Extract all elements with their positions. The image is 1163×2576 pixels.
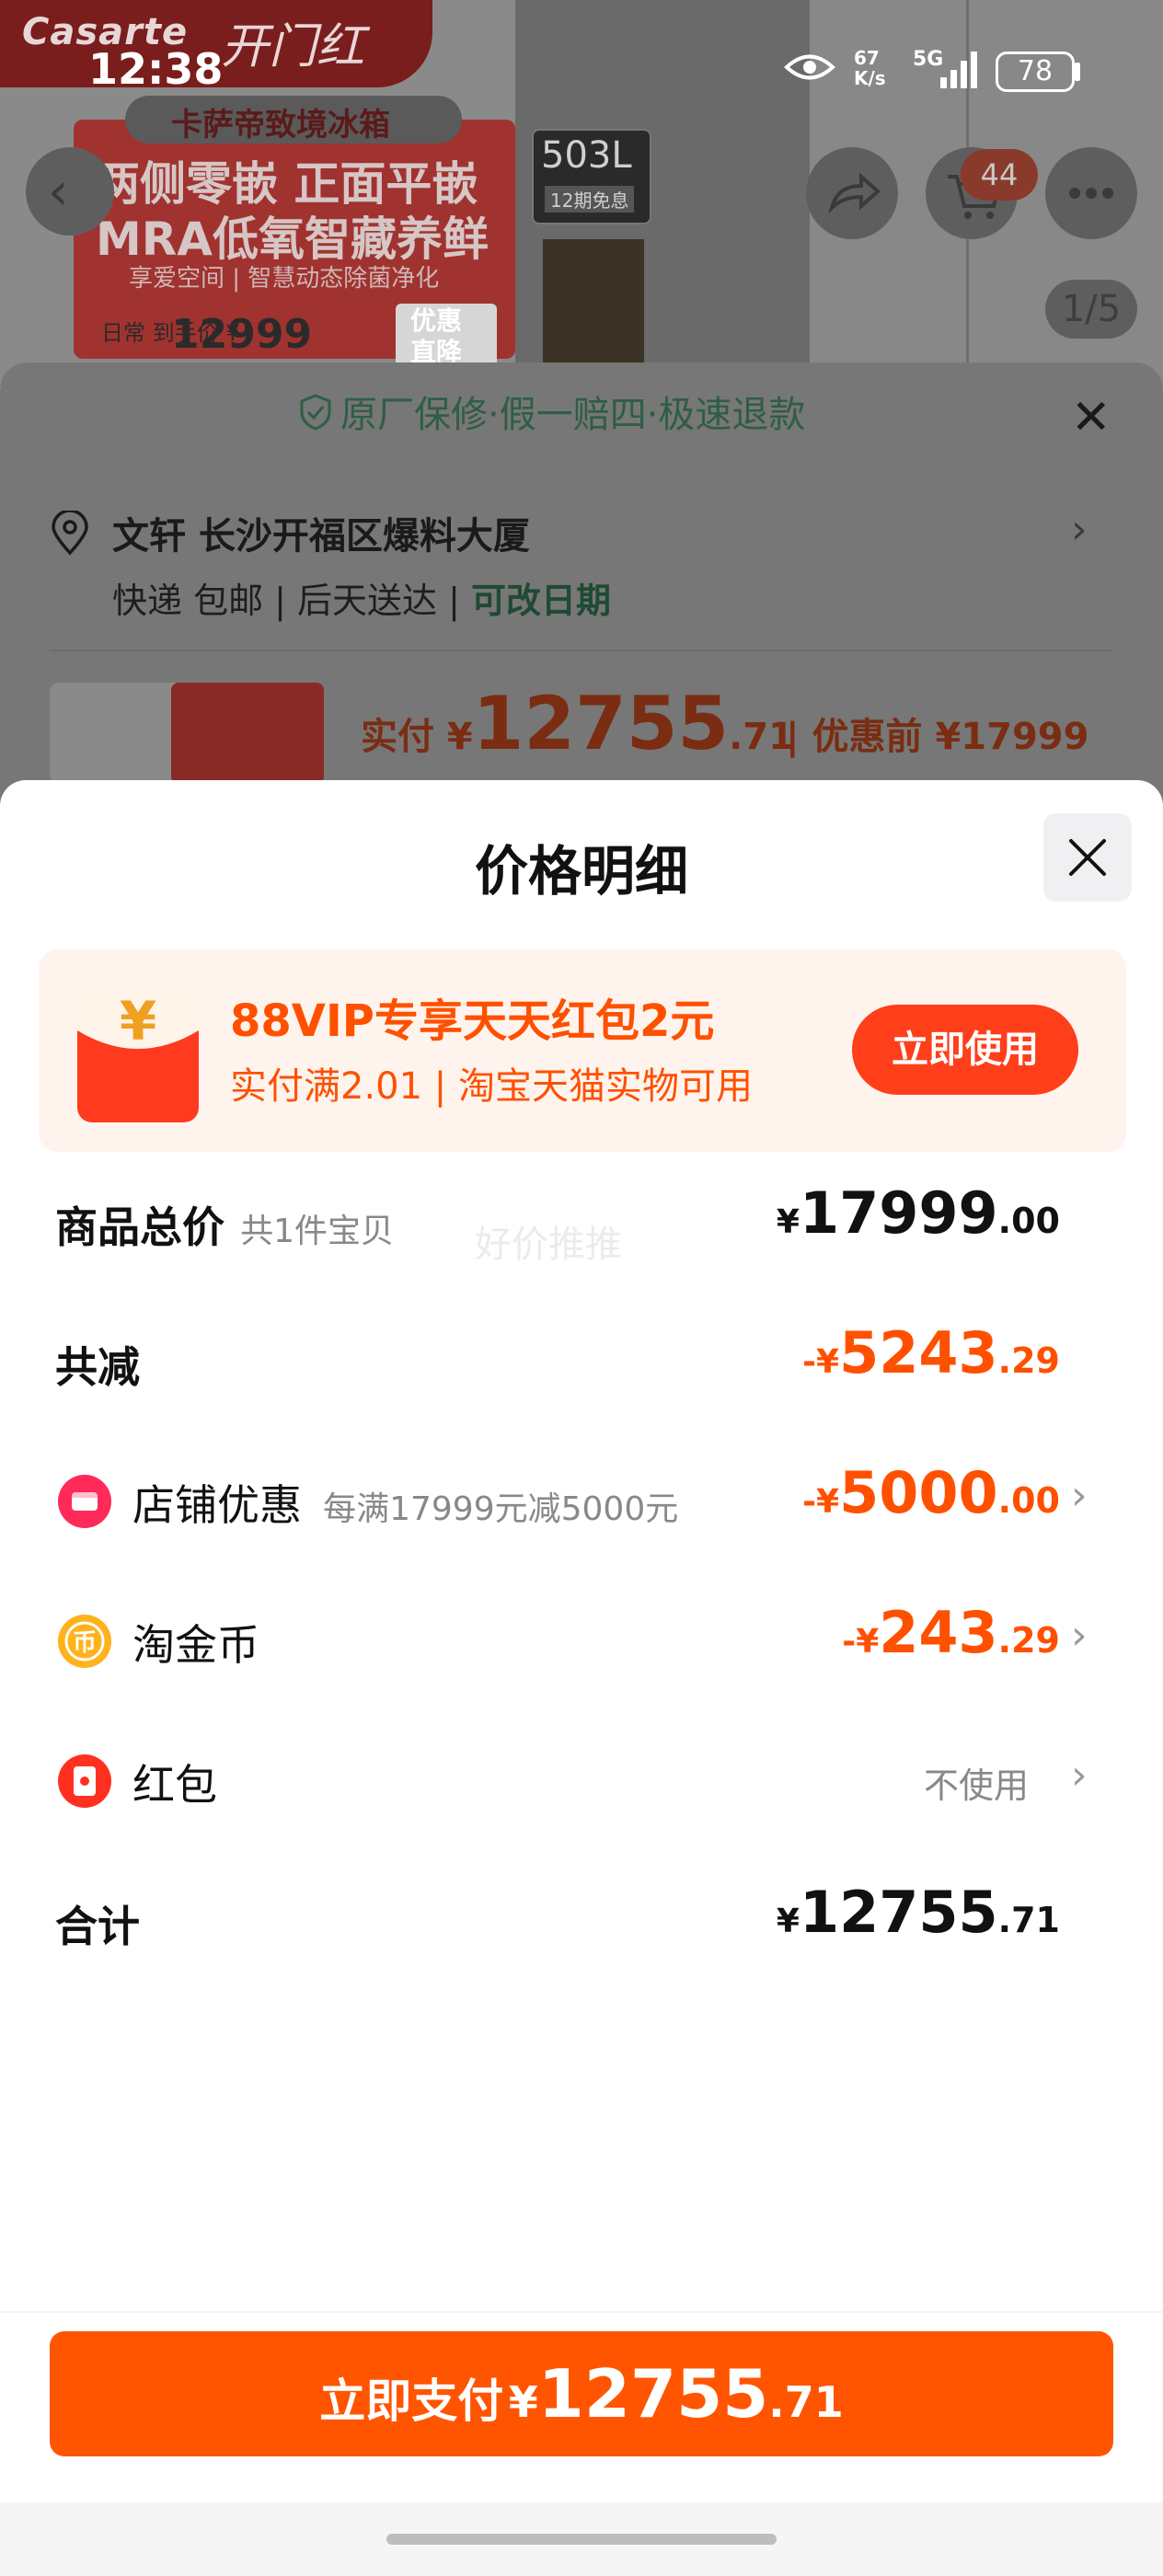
red-packet-icon [58, 1754, 111, 1808]
net-speed-unit: K/s [854, 67, 886, 89]
shop-currency: -¥ [802, 1483, 840, 1521]
delivery-address[interactable]: 文轩 长沙开福区爆料大厦 [112, 506, 530, 559]
reduce-currency: -¥ [802, 1343, 840, 1381]
chevron-left-icon: ‹ [48, 162, 69, 222]
back-button[interactable] [26, 147, 114, 236]
close-button[interactable] [1043, 813, 1132, 902]
shop-discount-icon [58, 1475, 111, 1528]
before-discount: | 优惠前 ¥17999 [786, 716, 1089, 758]
shop-int: 5000 [839, 1459, 998, 1526]
svg-text:币: 币 [73, 1629, 97, 1657]
sum-int: 12755 [799, 1879, 998, 1946]
coin-currency: -¥ [842, 1623, 880, 1661]
chevron-right-icon[interactable]: › [1071, 1472, 1088, 1519]
pay-now-button[interactable]: 立即支付 ¥12755.71 [50, 2331, 1113, 2456]
eye-icon [784, 54, 835, 80]
svg-text:¥: ¥ [120, 990, 156, 1052]
paid-amount: 实付 ¥12755.71 [361, 681, 794, 766]
sum-label: 合计 [55, 1902, 140, 1951]
sheet-title: 价格明细 [474, 840, 688, 903]
paid-dec: .71 [729, 716, 794, 758]
share-button[interactable] [806, 147, 898, 239]
close-icon [1069, 839, 1106, 876]
total-int: 17999 [799, 1179, 998, 1247]
chevron-right-icon: › [1071, 506, 1088, 553]
reduce-price: -¥5243.29 [802, 1319, 1060, 1386]
more-dots-icon [1069, 188, 1113, 199]
battery-icon [1075, 63, 1080, 81]
image-counter: 1/5 [1045, 280, 1137, 339]
chevron-right-icon[interactable]: › [1071, 1612, 1088, 1659]
order-sheet-close-icon[interactable]: ✕ [1071, 390, 1111, 445]
promo-title: 88VIP专享天天红包2元 [230, 995, 715, 1047]
shipping-text: 快递 包邮 | 后天送达 | [112, 581, 472, 621]
total-currency: ¥ [776, 1203, 800, 1241]
watermark-text: 好价推推 [475, 1224, 622, 1266]
product-name: 卡萨帝致境冰箱 [171, 107, 390, 144]
product-thumbnail-card [171, 683, 324, 784]
daily-price: 12999 [171, 311, 313, 358]
shop-row-label: 店铺优惠 每满17999元减5000元 [132, 1472, 678, 1533]
home-indicator[interactable] [386, 2534, 777, 2545]
pay-dec: .71 [768, 2377, 844, 2427]
total-price: ¥17999.00 [777, 1179, 1060, 1247]
divider [50, 650, 1113, 651]
more-button[interactable] [1045, 147, 1137, 239]
red-packet-label: 红包 [132, 1760, 217, 1810]
footer-divider [0, 2311, 1163, 2313]
paid-int: 12755 [472, 681, 730, 766]
coin-icon: 币 [58, 1615, 111, 1668]
capacity-text: 503L [541, 134, 632, 177]
shop-dec: .00 [997, 1480, 1060, 1521]
pay-label: 立即支付 [319, 2375, 504, 2428]
net-speed-value: 67 [854, 47, 880, 69]
battery-level: 78 [996, 52, 1075, 92]
discount-tag: 优惠 直降 [410, 305, 463, 367]
shop-label: 店铺优惠 [132, 1480, 302, 1530]
reduce-int: 5243 [839, 1319, 998, 1386]
total-row-label: 商品总价 共1件宝贝 [55, 1194, 394, 1255]
location-pin-icon [52, 511, 88, 556]
net-speed: 67 K/s [854, 48, 886, 88]
pay-currency: ¥ [508, 2377, 538, 2427]
sum-dec: .71 [997, 1900, 1060, 1940]
use-now-button[interactable]: 立即使用 [852, 1005, 1078, 1095]
chevron-right-icon[interactable]: › [1071, 1752, 1088, 1799]
shop-discount-price[interactable]: -¥5000.00 [802, 1459, 1060, 1526]
total-label: 商品总价 [55, 1202, 225, 1252]
pay-int: 12755 [537, 2355, 769, 2432]
item-count: 共1件宝贝 [240, 1213, 394, 1250]
coin-dec: .29 [997, 1620, 1060, 1661]
reduce-dec: .29 [997, 1340, 1060, 1381]
brand-slogan: 开门红 [221, 19, 365, 75]
signal-icon [940, 52, 977, 88]
banner-line-3: 享爱空间 | 智慧动态除菌净化 [129, 265, 440, 293]
sum-currency: ¥ [776, 1903, 800, 1940]
cart-count-badge: 44 [961, 149, 1038, 201]
promo-subtitle: 实付满2.01 | 淘宝天猫实物可用 [230, 1065, 753, 1108]
installment-text: 12期免息 [545, 186, 635, 213]
coin-int: 243 [879, 1599, 998, 1666]
red-packet-value[interactable]: 不使用 [924, 1757, 1029, 1808]
pay-button-content: 立即支付 ¥12755.71 [50, 2331, 1113, 2456]
guarantee-text: 原厂保修·假一赔四·极速退款 [340, 394, 806, 436]
status-time: 12:38 [88, 44, 224, 94]
shipping-info: 快递 包邮 | 后天送达 | 可改日期 [112, 572, 611, 623]
sum-price: ¥12755.71 [777, 1879, 1060, 1946]
total-dec: .00 [997, 1201, 1060, 1241]
shield-check-icon [300, 394, 331, 431]
product-thumbnail [50, 683, 188, 784]
paid-label: 实付 ¥ [361, 716, 473, 758]
coin-label: 淘金币 [132, 1620, 259, 1670]
reduce-label: 共减 [55, 1342, 140, 1392]
red-envelope-icon: ¥ [77, 979, 199, 1122]
coin-price[interactable]: -¥243.29 [842, 1599, 1060, 1666]
shop-rule: 每满17999元减5000元 [323, 1490, 679, 1528]
change-date-link[interactable]: 可改日期 [471, 581, 611, 621]
share-icon [828, 172, 881, 214]
